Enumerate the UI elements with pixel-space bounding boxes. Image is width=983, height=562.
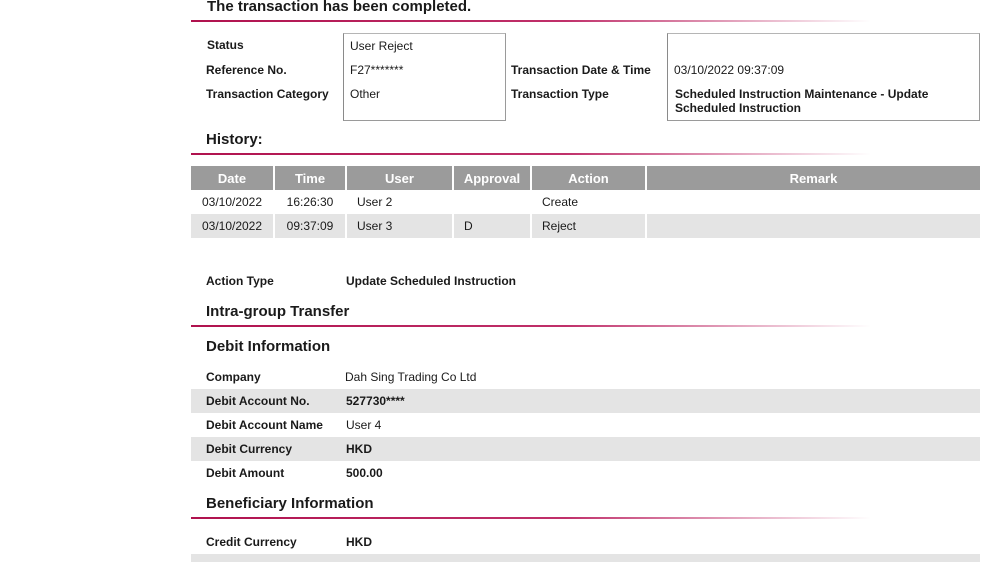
transfer-divider: [191, 325, 871, 327]
cell-time: 16:26:30: [274, 190, 347, 214]
cell-user: User 2: [346, 190, 454, 214]
reference-label: Reference No.: [206, 63, 287, 77]
column-header-action: Action: [531, 166, 647, 190]
debit-currency-value: HKD: [346, 442, 372, 456]
column-header-date: Date: [191, 166, 275, 190]
datetime-value: 03/10/2022 09:37:09: [674, 63, 785, 77]
cell-action: Reject: [531, 214, 647, 238]
beneficiary-heading: Beneficiary Information: [206, 495, 374, 512]
debit-account-name-label: Debit Account Name: [206, 418, 323, 432]
credit-currency-label: Credit Currency: [206, 535, 297, 549]
cell-approval: [453, 190, 532, 214]
debit-amount-value: 500.00: [346, 466, 383, 480]
cell-approval: D: [453, 214, 532, 238]
page-title: The transaction has been completed.: [207, 0, 472, 15]
credit-currency-value: HKD: [346, 535, 372, 549]
status-value: User Reject: [350, 39, 413, 53]
debit-account-no-row: Debit Account No. 527730****: [191, 389, 980, 413]
title-divider: [191, 20, 871, 22]
history-table: Date Time User Approval Action Remark 03…: [191, 166, 980, 238]
credit-account-row-partial: [191, 554, 980, 562]
type-value-line2: Scheduled Instruction: [675, 101, 802, 115]
company-label: Company: [206, 370, 261, 384]
history-header-row: Date Time User Approval Action Remark: [191, 166, 980, 190]
status-label: Status: [207, 38, 244, 52]
column-header-user: User: [346, 166, 454, 190]
debit-heading: Debit Information: [206, 338, 331, 355]
column-header-remark: Remark: [646, 166, 980, 190]
debit-account-name-row: Debit Account Name User 4: [191, 413, 980, 437]
debit-account-no-label: Debit Account No.: [206, 394, 310, 408]
cell-date: 03/10/2022: [191, 214, 275, 238]
column-header-time: Time: [274, 166, 347, 190]
company-value: Dah Sing Trading Co Ltd: [345, 370, 477, 384]
debit-currency-label: Debit Currency: [206, 442, 293, 456]
debit-currency-row: Debit Currency HKD: [191, 437, 980, 461]
debit-account-no-value: 527730****: [346, 394, 405, 408]
cell-user: User 3: [346, 214, 454, 238]
column-header-approval: Approval: [453, 166, 532, 190]
action-type-value: Update Scheduled Instruction: [346, 274, 517, 288]
cell-action: Create: [531, 190, 647, 214]
type-value-line1: Scheduled Instruction Maintenance - Upda…: [675, 87, 929, 101]
debit-company-row: Company Dah Sing Trading Co Ltd: [191, 365, 980, 389]
type-label: Transaction Type: [511, 87, 609, 101]
datetime-label: Transaction Date & Time: [511, 63, 651, 77]
cell-date: 03/10/2022: [191, 190, 275, 214]
credit-currency-row: Credit Currency HKD: [191, 530, 980, 554]
table-row: 03/10/2022 16:26:30 User 2 Create: [191, 190, 980, 214]
transaction-result-page: The transaction has been completed. Stat…: [0, 0, 983, 562]
cell-time: 09:37:09: [274, 214, 347, 238]
beneficiary-divider: [191, 517, 871, 519]
debit-amount-row: Debit Amount 500.00: [191, 461, 980, 485]
cell-remark: [646, 190, 980, 214]
history-heading: History:: [206, 131, 263, 148]
category-value: Other: [350, 87, 381, 101]
history-divider: [191, 153, 871, 155]
debit-account-name-value: User 4: [346, 418, 382, 432]
reference-value: F27*******: [350, 63, 404, 77]
table-row: 03/10/2022 09:37:09 User 3 D Reject: [191, 214, 980, 238]
cell-remark: [646, 214, 980, 238]
debit-amount-label: Debit Amount: [206, 466, 285, 480]
action-type-label: Action Type: [206, 274, 274, 288]
transfer-heading: Intra-group Transfer: [206, 303, 350, 320]
category-label: Transaction Category: [206, 87, 329, 101]
